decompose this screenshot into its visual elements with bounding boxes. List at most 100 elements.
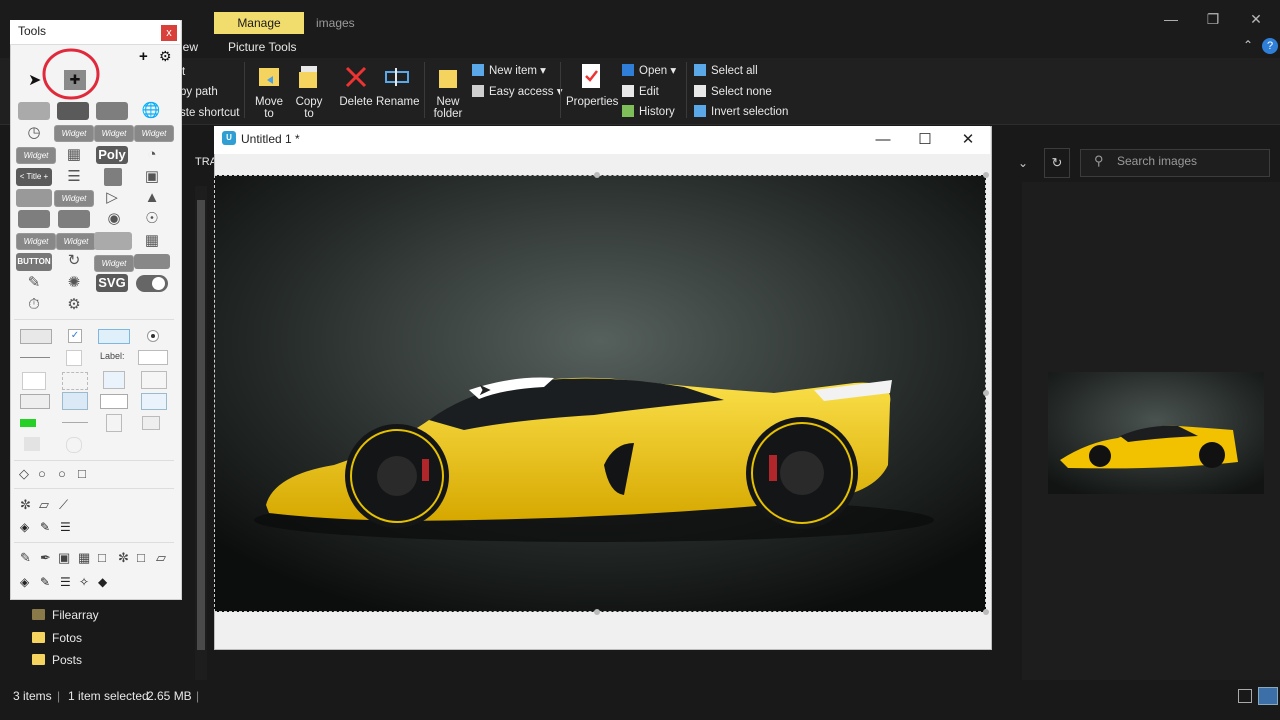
tablet-tool-icon[interactable] <box>58 210 90 228</box>
fill-bucket-icon[interactable]: ◈ <box>20 575 29 589</box>
widget-tool[interactable]: Widget <box>94 125 134 142</box>
image-tool-icon[interactable]: ▣ <box>142 168 162 186</box>
text-input-tool-icon[interactable] <box>96 102 128 120</box>
open-button[interactable]: Open ▾ <box>622 62 676 80</box>
spin-widget[interactable] <box>141 393 167 410</box>
checkbox-widget[interactable]: ✓ <box>68 329 82 343</box>
minimize-icon[interactable]: — <box>1156 8 1186 30</box>
grid-widget[interactable] <box>62 372 88 390</box>
history-button[interactable]: History <box>622 103 675 121</box>
eyedropper-icon[interactable]: ✎ <box>40 575 50 589</box>
radio-widget[interactable] <box>147 330 159 342</box>
crop-icon[interactable]: □ <box>98 550 106 565</box>
help-icon[interactable]: ? <box>1262 38 1278 54</box>
clock-tool-icon[interactable]: ◷ <box>24 124 44 142</box>
resize-handle[interactable] <box>983 172 989 178</box>
table-tool-icon[interactable]: ▦ <box>142 232 162 250</box>
preview-thumbnail[interactable] <box>1048 372 1264 494</box>
barcode-tool-icon[interactable] <box>18 102 50 120</box>
pencil-icon[interactable]: ✎ <box>20 550 31 566</box>
diamond-shape-icon[interactable]: ◇ <box>19 466 29 482</box>
knob-widget[interactable] <box>66 437 82 453</box>
edit-button[interactable]: Edit <box>622 83 659 101</box>
lasso-icon[interactable]: ✼ <box>20 497 31 513</box>
slider-widget[interactable] <box>62 422 88 423</box>
spinner-tool-icon[interactable]: ✺ <box>64 274 84 292</box>
poly-tool[interactable]: Poly <box>96 146 128 164</box>
scrollbar-thumb[interactable] <box>197 200 205 650</box>
tools-close-button[interactable]: x <box>161 25 177 41</box>
monitor-tool-icon[interactable] <box>18 210 50 228</box>
toggle-tool-icon[interactable] <box>136 275 168 292</box>
circle-shape-icon[interactable]: ○ <box>38 466 46 481</box>
blank-widget[interactable] <box>66 350 82 366</box>
widget-tool[interactable]: Widget <box>16 147 56 164</box>
lasso-select-icon[interactable]: ✼ <box>118 550 129 566</box>
copy-to-button[interactable]: Copy to <box>292 62 326 120</box>
properties-button[interactable]: Properties <box>566 62 618 108</box>
tab-manage[interactable]: Manage <box>214 12 304 34</box>
globe-tool-icon[interactable]: 🌐 <box>141 102 161 120</box>
button-widget[interactable] <box>98 329 130 344</box>
html5-tool-icon[interactable] <box>104 168 122 186</box>
new-item-button[interactable]: New item ▾ <box>472 62 546 80</box>
blur-icon[interactable]: ✧ <box>79 575 89 589</box>
nav-scrollbar[interactable] <box>195 186 207 680</box>
dropdown-widget[interactable] <box>20 394 50 409</box>
untitled-close-icon[interactable]: ✕ <box>948 126 988 154</box>
marquee-icon[interactable]: □ <box>137 550 145 565</box>
refresh-tool-icon[interactable]: ↻ <box>64 252 84 270</box>
textbox-widget[interactable] <box>20 329 52 344</box>
menu-widget[interactable] <box>141 371 167 389</box>
untitled-maximize-icon[interactable]: ☐ <box>905 126 945 154</box>
delete-button[interactable]: Delete <box>338 62 374 108</box>
fill-icon[interactable]: ◈ <box>20 520 29 534</box>
clipboard-copy-path[interactable]: py path <box>180 86 218 98</box>
align-tool-icon[interactable] <box>134 254 170 269</box>
restore-icon[interactable]: ❐ <box>1198 8 1228 30</box>
polygon-icon[interactable]: ▱ <box>39 497 49 513</box>
add-icon[interactable]: + <box>139 48 148 65</box>
select-none-button[interactable]: Select none <box>694 83 772 101</box>
listbox-widget[interactable] <box>103 371 125 389</box>
line-tool-icon[interactable]: ⟋ <box>59 497 68 513</box>
ios-tool-icon[interactable] <box>16 189 52 207</box>
resize-handle[interactable] <box>594 609 600 615</box>
android-tool-icon[interactable] <box>57 102 89 120</box>
close-icon[interactable]: ✕ <box>1241 8 1271 30</box>
tag-tool-icon[interactable]: ▷ <box>102 189 122 207</box>
untitled-minimize-icon[interactable]: — <box>863 126 903 154</box>
stepper-widget[interactable] <box>106 414 122 432</box>
disabled-widget[interactable] <box>24 437 40 451</box>
widget-tool[interactable]: Widget <box>56 233 96 250</box>
lines-icon[interactable]: ☰ <box>60 520 71 534</box>
progress-widget[interactable] <box>20 419 36 427</box>
gauge-tool-icon[interactable]: ◔ <box>142 146 162 164</box>
invert-selection-button[interactable]: Invert selection <box>694 103 788 121</box>
dropdown-icon[interactable]: ⌄ <box>1018 156 1028 170</box>
title-tool[interactable]: < Title + <box>16 168 52 186</box>
resize-handle[interactable] <box>983 390 989 396</box>
ellipse-shape-icon[interactable]: ○ <box>58 466 66 481</box>
button-tool[interactable]: BUTTON <box>16 253 52 271</box>
resize-handle[interactable] <box>594 172 600 178</box>
tree-item-posts[interactable]: Posts <box>32 650 82 670</box>
combo-widget[interactable] <box>100 394 128 409</box>
clipboard-cut[interactable]: t <box>182 66 185 78</box>
move-to-button[interactable]: Move to <box>252 62 286 120</box>
rectangle-shape-icon[interactable]: □ <box>78 466 86 481</box>
pencil-tool-icon[interactable]: ✎ <box>24 274 44 292</box>
resize-handle[interactable] <box>983 609 989 615</box>
input-widget[interactable] <box>138 350 168 365</box>
details-view-icon[interactable] <box>1238 689 1252 703</box>
widget-tool[interactable]: Widget <box>94 255 134 272</box>
tabs-widget[interactable] <box>62 392 88 410</box>
tab-view[interactable]: iew <box>180 36 198 58</box>
refresh-icon[interactable]: ↻ <box>1044 148 1070 178</box>
easy-access-button[interactable]: Easy access ▾ <box>472 83 563 101</box>
timer-tool-icon[interactable]: ⏱ <box>24 296 44 314</box>
new-folder-button[interactable]: New folder <box>430 62 466 120</box>
chart-tool-icon[interactable]: ▲ <box>142 189 162 207</box>
pin-tool-icon[interactable]: ◉ <box>104 210 124 228</box>
gear-icon[interactable]: ⚙ <box>159 48 172 65</box>
